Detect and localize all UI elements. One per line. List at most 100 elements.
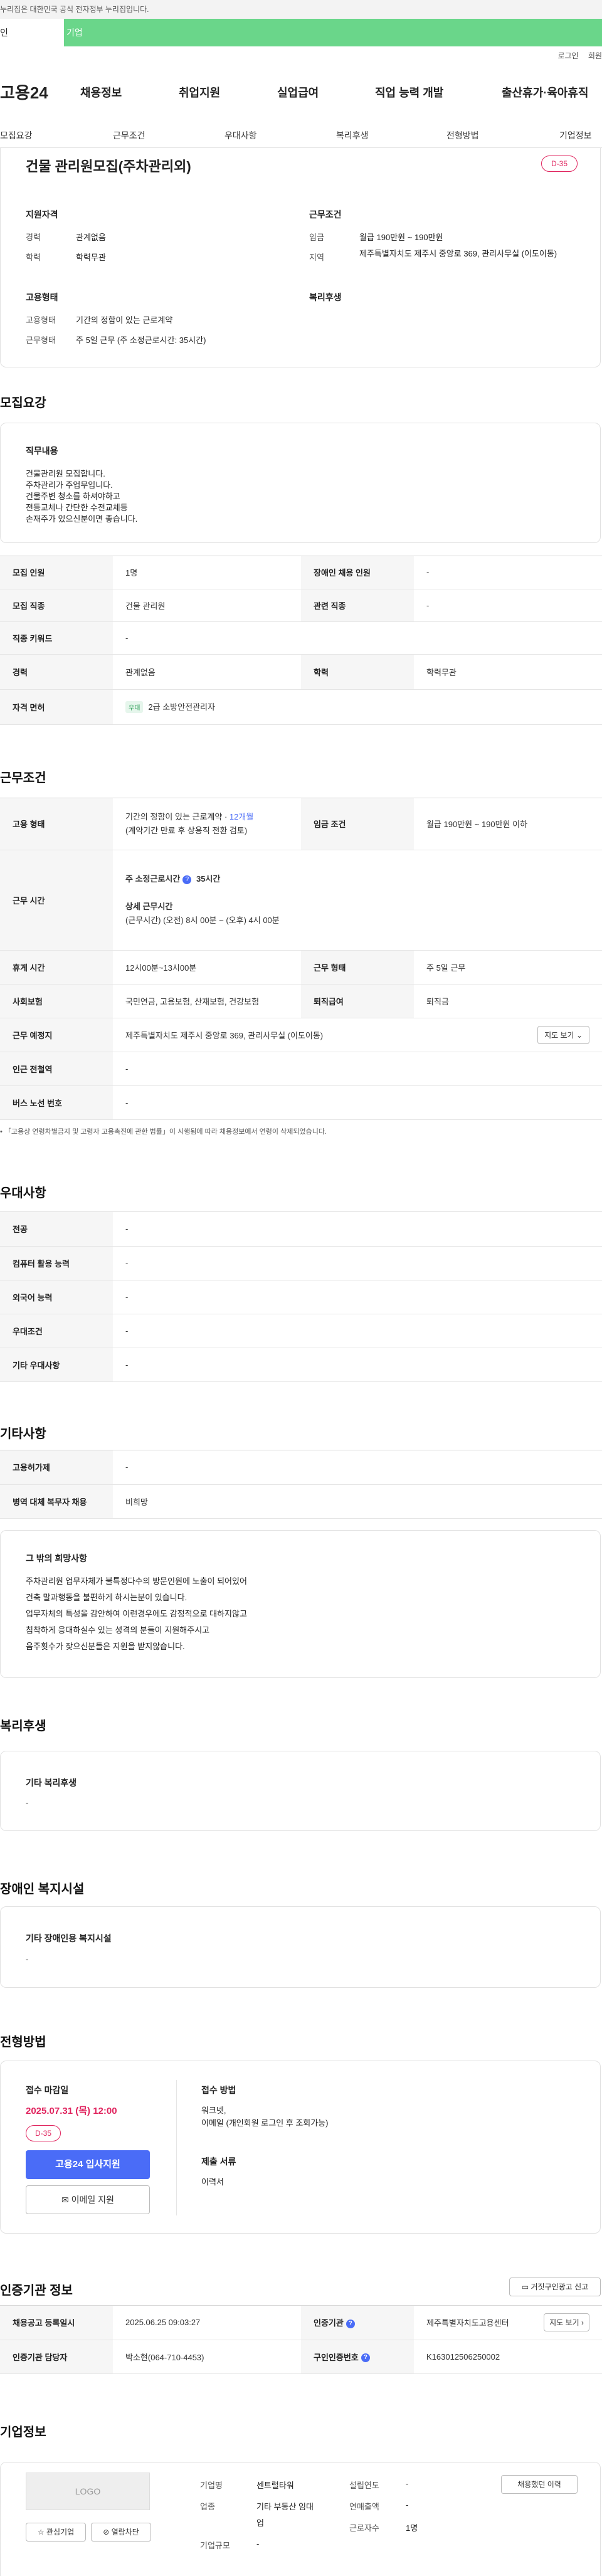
email-apply-label: 이메일 지원 bbox=[71, 2195, 114, 2205]
cell-key: 외국어 능력 bbox=[0, 1280, 113, 1314]
subnav-recruit[interactable]: 모집요강 bbox=[0, 129, 33, 142]
cell-value: 월급 190만원 ~ 190만원 이하 bbox=[414, 798, 602, 850]
agency-table: 채용공고 등록일시 2025.06.25 09:03:27 인증기관? 제주특별… bbox=[0, 2306, 602, 2374]
subnav-company[interactable]: 기업정보 bbox=[559, 129, 592, 142]
founded-value: - bbox=[406, 2479, 409, 2488]
etc-wish-box: 그 밖의 희망사항 주차관리원 업무자체가 불특정다수의 방문인원에 노출이 되… bbox=[0, 1530, 601, 1678]
cell-key: 임금 조건 bbox=[301, 798, 414, 850]
disabled-box-title: 기타 장애인용 복지시설 bbox=[26, 1933, 112, 1943]
staff-value: 1명 bbox=[406, 2523, 418, 2533]
section-disabled: 장애인 복지시설 bbox=[0, 1882, 85, 1896]
table-row: 고용 형태 기간의 정함이 있는 근로계약 · 12개월 (계약기간 만료 후 … bbox=[0, 798, 602, 850]
tab-company[interactable]: 기업 bbox=[64, 19, 602, 46]
table-row: 인근 전철역 - bbox=[0, 1052, 602, 1086]
cell-value: 주 5일 근무 bbox=[414, 950, 602, 984]
report-fake-ad-button[interactable]: ▭ 거짓구인광고 신고 bbox=[509, 2278, 601, 2296]
subnav-welfare[interactable]: 복리후생 bbox=[336, 129, 369, 142]
hiring-history-button[interactable]: 채용했던 이력 bbox=[501, 2475, 578, 2494]
gnb-item-jobs[interactable]: 채용정보 bbox=[80, 84, 122, 100]
age-law-note-text: 「고용상 연령차별금지 및 고령자 고용촉진에 관한 법률」이 시행됨에 따라 … bbox=[4, 1128, 327, 1136]
wish-line: 건축 말과행동을 불편하게 하시는분이 있습니다. bbox=[26, 1593, 187, 1602]
help-icon[interactable]: ? bbox=[361, 2353, 370, 2363]
table-row: 고용허가제 - bbox=[0, 1450, 602, 1485]
gnb-item-unemployment[interactable]: 실업급여 bbox=[277, 84, 319, 100]
favorite-company-button[interactable]: ☆ 관심기업 bbox=[26, 2523, 86, 2542]
apply-button[interactable]: 고용24 입사지원 bbox=[26, 2150, 150, 2179]
duty-line: 손재주가 있으신분이면 좋습니다. bbox=[26, 514, 138, 524]
email-apply-button[interactable]: ✉ 이메일 지원 bbox=[26, 2185, 150, 2214]
career-value: 관계없음 bbox=[76, 233, 106, 242]
cell-key: 직종 키워드 bbox=[0, 621, 113, 655]
process-card: 접수 마감일 2025.07.31 (목) 12:00 D-35 고용24 입사… bbox=[0, 2061, 601, 2234]
section-work: 근무조건 bbox=[0, 771, 46, 785]
deadline-label: 접수 마감일 bbox=[26, 2085, 69, 2095]
section-company: 기업정보 bbox=[0, 2426, 46, 2439]
wish-title: 그 밖의 희망사항 bbox=[26, 1553, 87, 1563]
org-map-label: 지도 보기 bbox=[549, 2318, 579, 2327]
company-size-label: 기업규모 bbox=[200, 2541, 230, 2550]
cell-value: 학력무관 bbox=[414, 654, 602, 690]
section-process: 전형방법 bbox=[0, 2035, 46, 2049]
company-logo-placeholder: LOGO bbox=[26, 2473, 150, 2510]
block-view-button[interactable]: ⊘ 열람차단 bbox=[91, 2523, 151, 2542]
cell-value: 제주특별자치도 제주시 중앙로 369, 관리사무실 (이도이동) 지도 보기 … bbox=[113, 1018, 602, 1052]
gov-notice-text: 누리집은 대한민국 공식 전자정부 누리집입니다. bbox=[0, 5, 149, 14]
sales-value: - bbox=[406, 2500, 409, 2510]
table-row: 휴게 시간 12시00분~13시00분 근무 형태 주 5일 근무 bbox=[0, 950, 602, 984]
gnb-item-leave[interactable]: 출산휴가·육아휴직 bbox=[502, 84, 588, 100]
job-subnav: 모집요강 근무조건 우대사항 복리후생 전형방법 기업정보 bbox=[0, 120, 602, 148]
edu-value: 학력무관 bbox=[76, 253, 106, 262]
cell-key: 모집 인원 bbox=[0, 556, 113, 589]
table-row: 컴퓨터 활용 능력 - bbox=[0, 1246, 602, 1280]
wish-line: 업무자체의 특성을 감안하여 이런경우에도 감정적으로 대하지않고 bbox=[26, 1609, 247, 1618]
table-row: 우대조건 - bbox=[0, 1314, 602, 1348]
edu-label: 학력 bbox=[26, 253, 41, 262]
license-value: 2급 소방안전관리자 bbox=[148, 702, 215, 712]
chevron-right-icon: › bbox=[581, 2318, 584, 2327]
emptype-label: 고용형태 bbox=[26, 315, 56, 325]
cell-key: 병역 대체 복무자 채용 bbox=[0, 1484, 113, 1519]
signup-link[interactable]: 회원 bbox=[588, 51, 602, 60]
subnav-preference[interactable]: 우대사항 bbox=[224, 129, 257, 142]
method-value: 이메일 (개인회원 로그인 후 조회가능) bbox=[201, 2118, 329, 2128]
subnav-conditions[interactable]: 근무조건 bbox=[113, 129, 145, 142]
welfare-box-value: - bbox=[26, 1798, 29, 1807]
site-logo[interactable]: 고용24 bbox=[0, 80, 48, 103]
help-icon[interactable]: ? bbox=[182, 875, 192, 884]
table-row: 근무 예정지 제주특별자치도 제주시 중앙로 369, 관리사무실 (이도이동)… bbox=[0, 1018, 602, 1052]
utility-links: 로그인 회원 bbox=[550, 50, 602, 61]
disabled-box: 기타 장애인용 복지시설 - bbox=[0, 1906, 601, 1988]
cell-value: - bbox=[113, 1314, 602, 1348]
table-row: 기타 우대사항 - bbox=[0, 1348, 602, 1382]
job-summary-card: 건물 관리원모집(주차관리외) D-35 지원자격 경력 관계없음 학력 학력무… bbox=[0, 148, 601, 367]
pref-tag: 우대 bbox=[125, 701, 144, 713]
help-icon[interactable]: ? bbox=[346, 2319, 355, 2328]
cell-value: - bbox=[113, 1280, 602, 1314]
subnav-process[interactable]: 전형방법 bbox=[446, 129, 479, 142]
cell-key: 장애인 채용 인원 bbox=[301, 556, 414, 589]
cell-key: 자격 면허 bbox=[0, 689, 113, 725]
duty-line: 전등교체나 간단한 수전교체등 bbox=[26, 503, 128, 512]
login-link[interactable]: 로그인 bbox=[557, 51, 578, 60]
welfare-heading: 복리후생 bbox=[309, 292, 342, 302]
cell-key: 근무 예정지 bbox=[0, 1018, 113, 1052]
method-label: 접수 방법 bbox=[201, 2085, 236, 2095]
cell-value: K163012506250002 bbox=[414, 2340, 602, 2374]
cell-value: - bbox=[113, 1450, 602, 1485]
emptype-value: 기간의 정함이 있는 근로계약 bbox=[76, 315, 173, 325]
table-row: 경력 관계없음 학력 학력무관 bbox=[0, 654, 602, 690]
gnb-item-training[interactable]: 직업 능력 개발 bbox=[375, 84, 443, 100]
cell-key: 학력 bbox=[301, 654, 414, 690]
org-map-button[interactable]: 지도 보기 › bbox=[544, 2313, 589, 2331]
wish-line: 음주횟수가 잦으신분들은 지원을 받지않습니다. bbox=[26, 1642, 185, 1651]
tab-personal[interactable]: 인 bbox=[0, 19, 64, 46]
contract-period-link[interactable]: 12개월 bbox=[230, 812, 253, 821]
map-button[interactable]: 지도 보기 ⌄ bbox=[537, 1025, 589, 1044]
gnb-item-support[interactable]: 취업지원 bbox=[179, 84, 220, 100]
etc-table: 고용허가제 - 병역 대체 복무자 채용 비희망 bbox=[0, 1450, 602, 1519]
emp-type-note: (계약기간 만료 후 상용직 전환 검토) bbox=[125, 825, 248, 835]
duty-line: 건물관리원 모집합니다. bbox=[26, 469, 105, 478]
chevron-down-icon: ⌄ bbox=[576, 1030, 583, 1040]
company-logo-text: LOGO bbox=[75, 2486, 101, 2496]
founded-label: 설립연도 bbox=[349, 2481, 379, 2490]
